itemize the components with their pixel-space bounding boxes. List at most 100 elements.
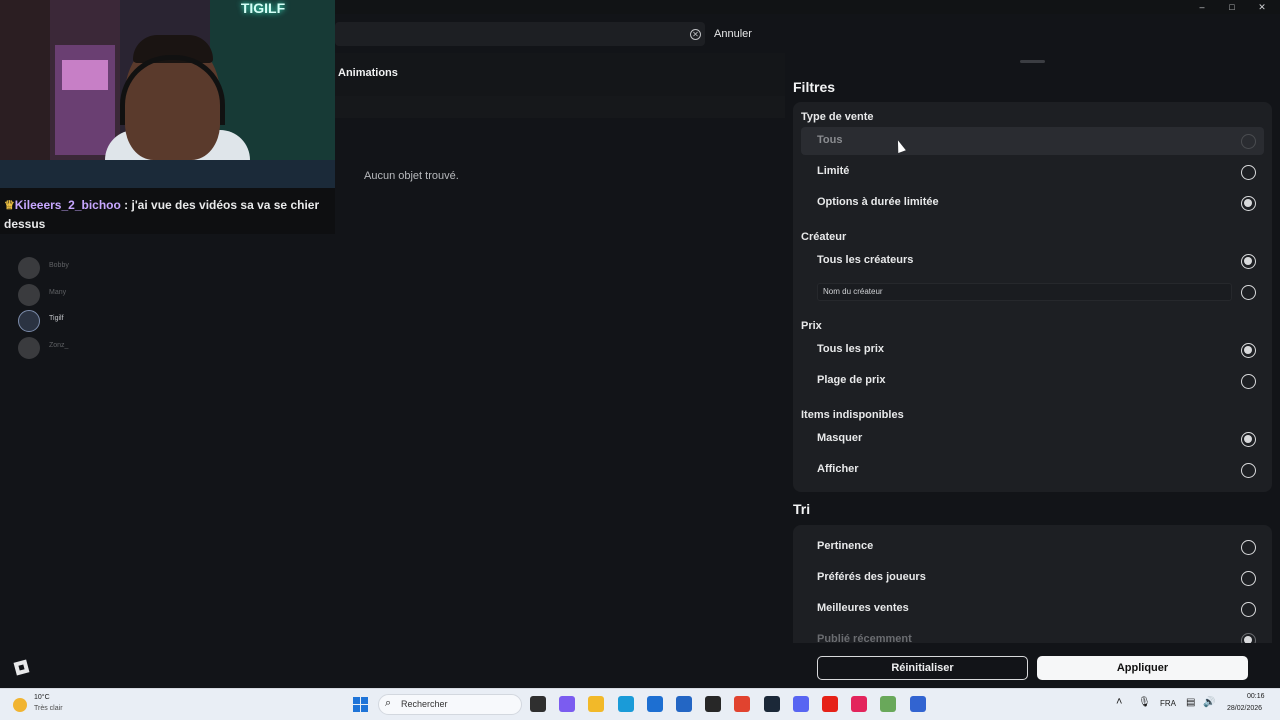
option-label: Tous <box>817 134 843 146</box>
option-label: Masquer <box>817 432 863 444</box>
tab-animations[interactable]: Animations <box>338 67 398 79</box>
option-limite[interactable]: Limité <box>801 158 1264 186</box>
youtube-icon[interactable] <box>822 696 838 712</box>
search-icon: ⌕ <box>385 697 392 709</box>
volume-icon[interactable]: 🔊 <box>1203 697 1215 708</box>
option-label: Tous les créateurs <box>817 254 914 266</box>
radio-button[interactable] <box>1241 343 1256 358</box>
option-masquer[interactable]: Masquer <box>801 425 1264 453</box>
option-creator-name[interactable] <box>1236 278 1264 306</box>
option-label: Publié récemment <box>817 633 912 643</box>
maximize-button[interactable]: □ <box>1221 1 1243 13</box>
sort-title: Tri <box>793 501 811 517</box>
option-tous-prix[interactable]: Tous les prix <box>801 336 1264 364</box>
option-publie-recemment[interactable]: Publié récemment <box>801 626 1264 643</box>
radio-button[interactable] <box>1241 540 1256 555</box>
option-plage-prix[interactable]: Plage de prix <box>801 367 1264 395</box>
option-preferes-joueurs[interactable]: Préférés des joueurs <box>801 564 1264 592</box>
browser-icon[interactable] <box>880 696 897 712</box>
store-icon[interactable] <box>646 696 663 712</box>
filters-title: Filtres <box>793 79 836 95</box>
radio-button[interactable] <box>1241 196 1256 211</box>
weather-sun-icon[interactable] <box>13 698 27 712</box>
tray-chevron-icon[interactable]: ˄ <box>1116 696 1122 708</box>
clock-date[interactable]: 28/02/2026 <box>1227 705 1262 712</box>
option-label: Meilleures ventes <box>817 602 909 614</box>
webcam-desk <box>0 160 335 188</box>
radio-button[interactable] <box>1241 134 1256 149</box>
taskbar <box>0 688 1280 720</box>
weather-temperature: 10°C <box>34 694 50 701</box>
subcategory-bar <box>334 96 785 118</box>
friend-name: Bobby <box>49 262 69 269</box>
webcam-shelf-items <box>62 60 108 90</box>
discord-icon[interactable] <box>792 696 809 712</box>
outlook-icon[interactable] <box>676 696 692 712</box>
radio-button[interactable] <box>1241 254 1256 269</box>
microphone-icon[interactable]: 🎙 <box>1138 697 1151 708</box>
file-explorer-icon[interactable] <box>530 696 546 712</box>
webcam-neon-sign: TIGILF <box>240 0 286 16</box>
apply-button[interactable]: Appliquer <box>1037 656 1248 680</box>
copilot-icon[interactable] <box>559 696 576 712</box>
avatar <box>18 257 40 279</box>
option-tous[interactable]: Tous <box>801 127 1264 155</box>
avatar <box>18 284 40 306</box>
empty-results-message: Aucun objet trouvé. <box>364 170 459 182</box>
webcam-overlay: TIGILF <box>0 0 335 188</box>
avatar <box>18 310 40 332</box>
reset-button[interactable]: Réinitialiser <box>817 656 1028 680</box>
radio-button[interactable] <box>1241 633 1256 643</box>
option-label: Tous les prix <box>817 343 885 355</box>
chat-username: Kileeers_2_bichoo <box>14 198 121 212</box>
taskbar-search-input[interactable] <box>378 694 522 715</box>
drag-handle[interactable] <box>1020 60 1045 63</box>
sort-overflow-clip: Publié récemment <box>793 626 1272 643</box>
option-label: Options à durée limitée <box>817 196 939 208</box>
minimize-button[interactable]: – <box>1191 1 1213 13</box>
option-pertinence[interactable]: Pertinence <box>801 533 1264 561</box>
avatar <box>18 337 40 359</box>
option-afficher[interactable]: Afficher <box>801 456 1264 484</box>
radio-button[interactable] <box>1241 165 1256 180</box>
radio-button[interactable] <box>1241 463 1256 478</box>
creator-label: Créateur <box>801 231 847 243</box>
unavailable-items-label: Items indisponibles <box>801 409 904 421</box>
folder-icon[interactable] <box>588 696 605 712</box>
option-meilleures-ventes[interactable]: Meilleures ventes <box>801 595 1264 623</box>
price-label: Prix <box>801 320 822 332</box>
option-label: Pertinence <box>817 540 874 552</box>
clock-time[interactable]: 00:16 <box>1247 693 1265 700</box>
taskbar-search-placeholder: Rechercher <box>401 699 448 709</box>
option-label: Afficher <box>817 463 859 475</box>
radio-button[interactable] <box>1241 602 1256 617</box>
obs-icon[interactable] <box>705 696 722 712</box>
option-label: Limité <box>817 165 850 177</box>
roblox-icon[interactable] <box>909 696 926 712</box>
windows-start-icon[interactable] <box>353 697 368 712</box>
radio-button[interactable] <box>1241 432 1256 447</box>
option-duree-limitee[interactable]: Options à durée limitée <box>801 189 1264 217</box>
search-input[interactable] <box>335 22 705 46</box>
radio-button[interactable] <box>1241 571 1256 586</box>
language-indicator[interactable]: FRA <box>1160 699 1176 708</box>
window-close-button[interactable]: ✕ <box>1251 1 1273 13</box>
stream-chat-message: ♕Kileeers_2_bichoo : j'ai vue des vidéos… <box>0 188 335 234</box>
option-tous-createurs[interactable]: Tous les créateurs <box>801 247 1264 275</box>
friend-name: Many <box>49 289 67 296</box>
option-label: Plage de prix <box>817 374 886 386</box>
steam-icon[interactable] <box>763 696 780 712</box>
crown-icon: ♕ <box>4 198 15 212</box>
weather-description: Très clair <box>34 705 63 712</box>
network-icon[interactable]: ▤ <box>1186 697 1195 708</box>
friend-name: Tigilf <box>49 315 64 322</box>
tiktok-icon[interactable] <box>851 696 868 712</box>
radio-button[interactable] <box>1241 285 1256 300</box>
creator-name-field[interactable]: Nom du créateur <box>817 283 1232 301</box>
radio-button[interactable] <box>1241 374 1256 389</box>
clear-search-icon[interactable]: ✕ <box>690 29 701 40</box>
cancel-button[interactable]: Annuler <box>714 28 752 40</box>
chrome-icon[interactable] <box>734 696 751 712</box>
option-label: Préférés des joueurs <box>817 571 926 583</box>
edge-icon[interactable] <box>617 696 634 712</box>
